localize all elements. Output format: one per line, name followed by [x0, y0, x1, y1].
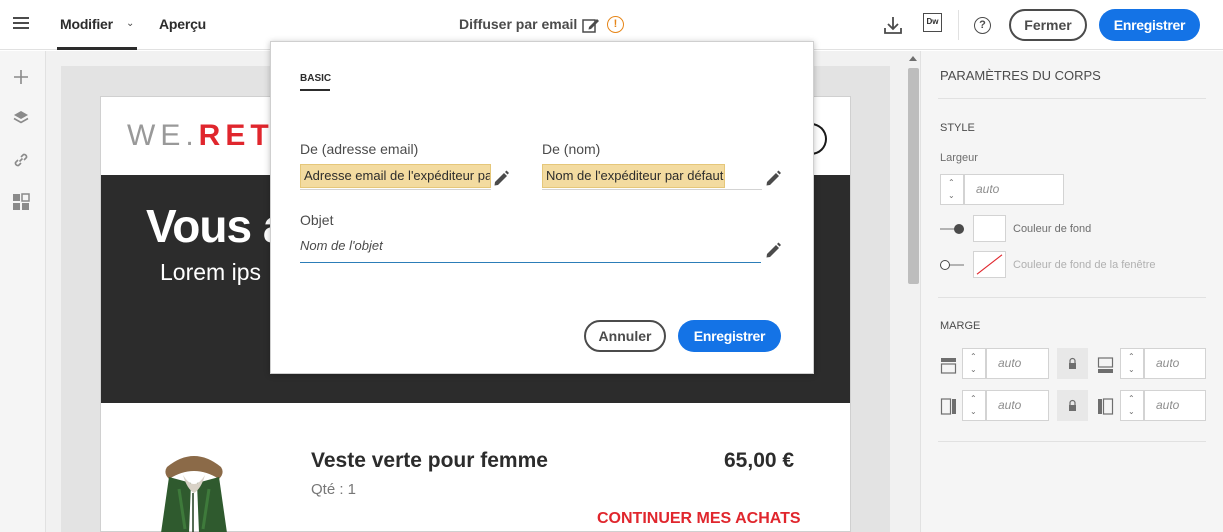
product-price: 65,00 €	[724, 449, 795, 472]
divider	[938, 297, 1206, 298]
window-bg-color-swatch[interactable]	[973, 251, 1006, 278]
margin-right-input[interactable]: auto	[1144, 390, 1206, 421]
panel-title: PARAMÈTRES DU CORPS	[940, 68, 1101, 83]
width-input[interactable]: auto	[964, 174, 1064, 205]
link-icon[interactable]	[12, 151, 30, 169]
scrollbar-thumb[interactable]	[908, 68, 919, 284]
margin-right-stepper[interactable]: ⌃ ⌄	[1120, 390, 1144, 421]
chevron-down-icon[interactable]: ⌄	[126, 18, 134, 29]
product-quantity: Qté : 1	[311, 481, 357, 498]
close-button[interactable]: Fermer	[1009, 9, 1087, 41]
margin-left-input[interactable]: auto	[986, 390, 1049, 421]
from-name-value: Nom de l'expéditeur par défaut	[542, 164, 725, 188]
margin-bottom-icon	[1097, 357, 1114, 373]
margin-bottom-stepper[interactable]: ⌃ ⌄	[1120, 348, 1144, 379]
active-tab-indicator	[300, 89, 330, 91]
continue-shopping-link[interactable]: CONTINUER MES ACHATS	[597, 510, 801, 528]
lock-icon[interactable]	[1057, 390, 1088, 421]
help-icon[interactable]: ?	[974, 17, 991, 34]
tab-apercu[interactable]: Aperçu	[159, 16, 206, 32]
page-title: Diffuser par email	[459, 16, 578, 32]
edit-icon[interactable]	[581, 15, 601, 35]
edit-from-name-icon[interactable]	[764, 169, 782, 187]
bg-color-label: Couleur de fond	[1013, 223, 1092, 235]
margin-left-stepper[interactable]: ⌃ ⌄	[962, 390, 986, 421]
width-label: Largeur	[940, 152, 978, 164]
active-tab-indicator	[57, 47, 137, 50]
divider	[938, 98, 1206, 99]
margin-top-icon	[940, 358, 957, 374]
subject-label: Objet	[300, 212, 334, 228]
email-settings-dialog: BASIC De (adresse email) Adresse email d…	[270, 41, 814, 374]
warning-icon[interactable]: !	[607, 16, 624, 33]
edit-subject-icon[interactable]	[764, 241, 782, 259]
properties-panel: PARAMÈTRES DU CORPS STYLE Largeur ⌃ ⌄ aut…	[920, 51, 1223, 532]
from-email-field[interactable]: Adresse email de l'expéditeur par défaut	[300, 163, 491, 190]
window-bg-color-label: Couleur de fond de la fenêtre	[1013, 259, 1156, 271]
divider	[958, 10, 959, 40]
scroll-up-arrow-icon[interactable]	[909, 56, 917, 61]
dreamweaver-icon[interactable]: Dw	[923, 13, 942, 32]
download-icon[interactable]	[883, 14, 903, 36]
margin-bottom-input[interactable]: auto	[1144, 348, 1206, 379]
from-email-label: De (adresse email)	[300, 141, 419, 157]
layers-icon[interactable]	[12, 109, 30, 127]
margin-section-title: MARGE	[940, 320, 981, 332]
dialog-save-button[interactable]: Enregistrer	[678, 320, 781, 352]
from-email-value: Adresse email de l'expéditeur par défaut	[300, 164, 491, 188]
tab-modifier[interactable]: Modifier	[60, 16, 113, 32]
save-button[interactable]: Enregistrer	[1099, 9, 1200, 41]
components-icon[interactable]	[12, 193, 30, 211]
menu-icon[interactable]	[13, 17, 29, 31]
bg-color-swatch[interactable]	[973, 215, 1006, 242]
cancel-button[interactable]: Annuler	[584, 320, 666, 352]
divider	[938, 441, 1206, 442]
lock-icon[interactable]	[1057, 348, 1088, 379]
hero-subtitle: Lorem ips	[160, 259, 261, 285]
left-toolbar	[0, 51, 46, 532]
edit-from-email-icon[interactable]	[492, 169, 510, 187]
subject-input[interactable]: Nom de l'objet	[300, 238, 761, 263]
product-image	[161, 456, 227, 532]
tab-basic[interactable]: BASIC	[300, 73, 331, 84]
brand-logo: WE.RET	[127, 119, 274, 152]
window-bg-color-toggle[interactable]	[940, 260, 964, 270]
from-name-field[interactable]: Nom de l'expéditeur par défaut	[542, 163, 762, 190]
margin-top-stepper[interactable]: ⌃ ⌄	[962, 348, 986, 379]
margin-left-icon	[940, 398, 956, 415]
style-section-title: STYLE	[940, 122, 975, 134]
from-name-label: De (nom)	[542, 141, 601, 157]
hero-title: Vous a	[146, 200, 288, 252]
product-name: Veste verte pour femme	[311, 449, 548, 472]
width-stepper[interactable]: ⌃ ⌄	[940, 174, 964, 205]
margin-top-input[interactable]: auto	[986, 348, 1049, 379]
plus-icon[interactable]	[12, 68, 30, 86]
margin-right-icon	[1098, 398, 1114, 415]
bg-color-toggle[interactable]	[940, 224, 964, 234]
